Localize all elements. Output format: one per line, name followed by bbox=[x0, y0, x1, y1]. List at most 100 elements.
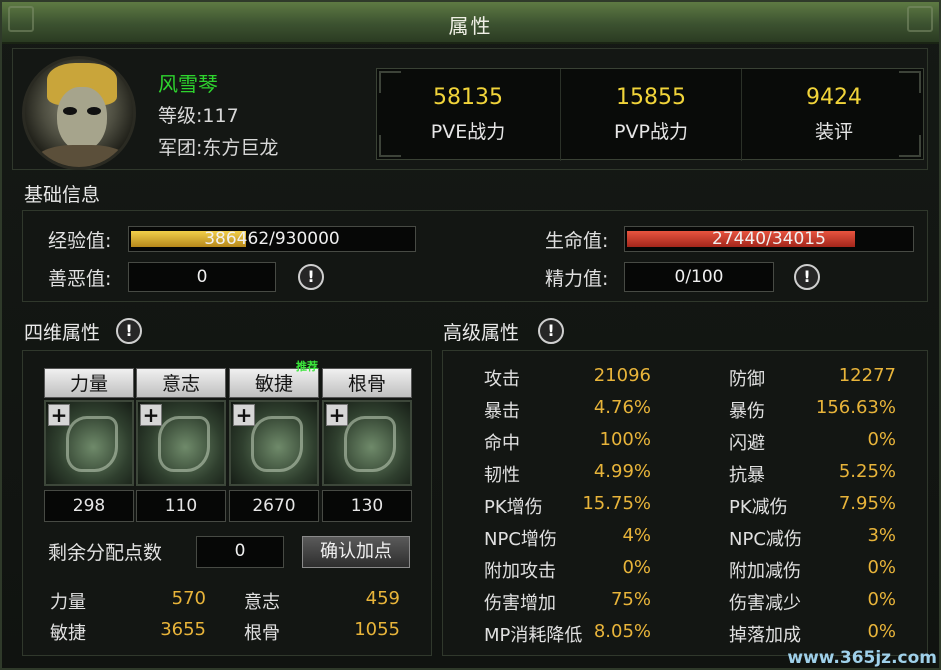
karma-label: 善恶值: bbox=[48, 268, 112, 290]
summary-value: 459 bbox=[365, 588, 400, 609]
four-dim-title: 四维属性 bbox=[24, 322, 101, 344]
stat-value: 58135 bbox=[433, 85, 503, 110]
adv-value: 0% bbox=[622, 557, 651, 578]
adv-label: 伤害增加 bbox=[484, 593, 556, 614]
attr-value: 298 bbox=[44, 490, 134, 522]
stat-value: 9424 bbox=[806, 85, 862, 110]
stat-pvp-power: 15855 PVP战力 bbox=[560, 69, 742, 161]
will-icon: + bbox=[136, 400, 226, 486]
power-stats-box: 58135 PVE战力 15855 PVP战力 9424 装评 bbox=[376, 68, 925, 161]
add-will-button[interactable]: + bbox=[140, 404, 162, 426]
character-guild: 军团:东方巨龙 bbox=[158, 137, 279, 159]
karma-info-icon[interactable]: ! bbox=[298, 264, 324, 290]
exp-text: 386462/930000 bbox=[204, 229, 340, 249]
attr-strength: 力量 + 298 bbox=[44, 368, 134, 522]
adv-label: 暴击 bbox=[484, 401, 520, 422]
adv-value: 5.25% bbox=[838, 461, 896, 482]
attr-value: 110 bbox=[136, 490, 226, 522]
adv-value: 100% bbox=[599, 429, 651, 450]
corner-ornament-icon bbox=[907, 6, 933, 32]
adv-value: 3% bbox=[867, 525, 896, 546]
adv-value: 75% bbox=[610, 589, 651, 610]
stat-gear-score: 9424 装评 bbox=[743, 69, 925, 161]
adv-label: 伤害减少 bbox=[729, 593, 801, 614]
adv-label: 附加攻击 bbox=[484, 561, 556, 582]
stat-label: PVE战力 bbox=[430, 121, 506, 143]
adv-label: 暴伤 bbox=[729, 401, 765, 422]
adv-label: 抗暴 bbox=[729, 465, 765, 486]
adv-label: 附加减伤 bbox=[729, 561, 801, 582]
karma-value: 0 bbox=[128, 262, 276, 292]
window-title: 属性 bbox=[448, 14, 493, 38]
adv-value: 0% bbox=[867, 429, 896, 450]
summary-value: 570 bbox=[171, 588, 206, 609]
exp-label: 经验值: bbox=[48, 230, 112, 252]
avatar bbox=[22, 56, 136, 170]
adv-value: 12277 bbox=[838, 365, 896, 386]
adv-value: 0% bbox=[867, 621, 896, 642]
basic-info-title: 基础信息 bbox=[24, 184, 101, 206]
stat-label: PVP战力 bbox=[614, 121, 688, 143]
attr-will: 意志 + 110 bbox=[136, 368, 226, 522]
hp-label: 生命值: bbox=[545, 230, 609, 252]
adv-label: 闪避 bbox=[729, 433, 765, 454]
attr-name: 意志 bbox=[136, 368, 226, 398]
adv-value: 0% bbox=[867, 557, 896, 578]
summary-label: 力量 bbox=[50, 592, 86, 613]
adv-label: PK增伤 bbox=[484, 497, 543, 518]
adv-label: 韧性 bbox=[484, 465, 520, 486]
constitution-icon: + bbox=[322, 400, 412, 486]
hp-text: 27440/34015 bbox=[712, 229, 826, 249]
summary-label: 意志 bbox=[244, 592, 280, 613]
character-level: 等级:117 bbox=[158, 105, 239, 127]
agility-icon: + bbox=[229, 400, 319, 486]
advanced-info-icon[interactable]: ! bbox=[538, 318, 564, 344]
exp-bar: 386462/930000 bbox=[128, 226, 416, 252]
summary-value: 1055 bbox=[354, 619, 400, 640]
summary-value: 3655 bbox=[160, 619, 206, 640]
summary-label: 敏捷 bbox=[50, 623, 86, 644]
adv-label: 攻击 bbox=[484, 369, 520, 390]
add-strength-button[interactable]: + bbox=[48, 404, 70, 426]
energy-info-icon[interactable]: ! bbox=[794, 264, 820, 290]
confirm-points-button[interactable]: 确认加点 bbox=[302, 536, 410, 568]
recommend-badge: 推荐 bbox=[296, 360, 318, 373]
character-name: 风雪琴 bbox=[158, 72, 218, 96]
adv-label: 命中 bbox=[484, 433, 520, 454]
four-dim-info-icon[interactable]: ! bbox=[116, 318, 142, 344]
adv-label: PK减伤 bbox=[729, 497, 788, 518]
add-agility-button[interactable]: + bbox=[233, 404, 255, 426]
adv-value: 4.99% bbox=[593, 461, 651, 482]
energy-label: 精力值: bbox=[545, 268, 609, 290]
summary-label: 根骨 bbox=[244, 623, 280, 644]
adv-value: 21096 bbox=[593, 365, 651, 386]
strength-icon: + bbox=[44, 400, 134, 486]
adv-label: NPC减伤 bbox=[729, 529, 802, 550]
attr-name: 力量 bbox=[44, 368, 134, 398]
advanced-title: 高级属性 bbox=[443, 322, 520, 344]
remaining-points-label: 剩余分配点数 bbox=[48, 542, 163, 564]
attr-name: 根骨 bbox=[322, 368, 412, 398]
adv-value: 4.76% bbox=[593, 397, 651, 418]
hp-bar: 27440/34015 bbox=[624, 226, 914, 252]
adv-value: 8.05% bbox=[593, 621, 651, 642]
adv-value: 7.95% bbox=[838, 493, 896, 514]
stat-pve-power: 58135 PVE战力 bbox=[377, 69, 559, 161]
adv-value: 15.75% bbox=[582, 493, 651, 514]
attr-agility: 敏捷 + 2670 bbox=[229, 368, 319, 522]
stat-value: 15855 bbox=[616, 85, 686, 110]
attr-value: 130 bbox=[322, 490, 412, 522]
watermark: www.365jz.com bbox=[787, 648, 937, 668]
adv-label: NPC增伤 bbox=[484, 529, 557, 550]
adv-value: 0% bbox=[867, 589, 896, 610]
attr-value: 2670 bbox=[229, 490, 319, 522]
attr-constitution: 根骨 + 130 bbox=[322, 368, 412, 522]
adv-label: 掉落加成 bbox=[729, 625, 801, 646]
title-bar: 属性 bbox=[2, 2, 939, 44]
remaining-points-value: 0 bbox=[196, 536, 284, 568]
add-constitution-button[interactable]: + bbox=[326, 404, 348, 426]
adv-label: 防御 bbox=[729, 369, 765, 390]
stat-label: 装评 bbox=[814, 121, 853, 143]
adv-value: 4% bbox=[622, 525, 651, 546]
adv-value: 156.63% bbox=[815, 397, 896, 418]
